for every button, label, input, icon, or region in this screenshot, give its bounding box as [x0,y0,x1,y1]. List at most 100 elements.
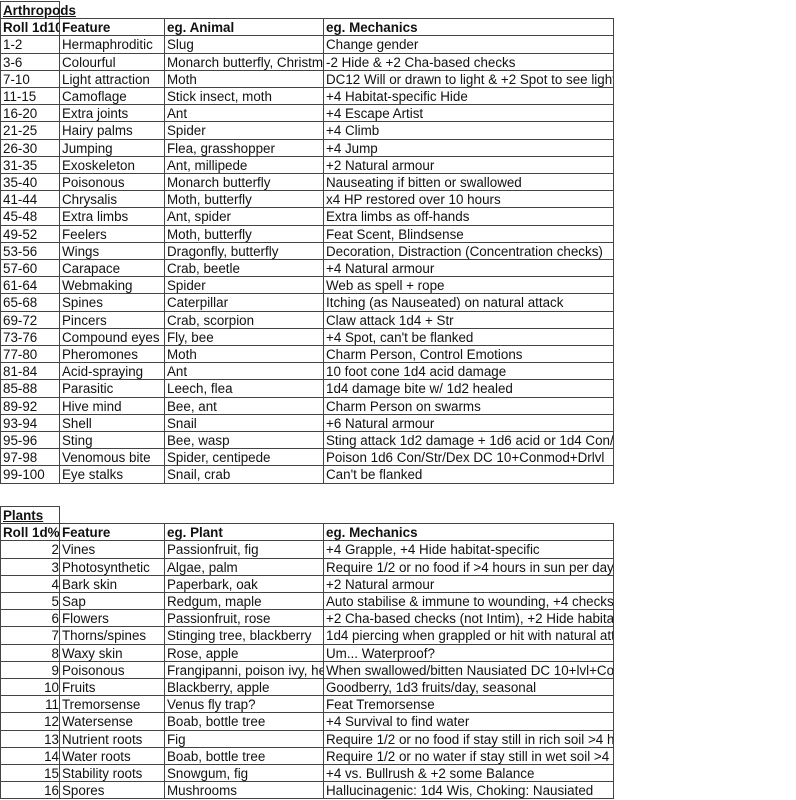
example-cell[interactable]: Monarch butterfly, Christmas beetle [164,52,324,70]
roll-cell[interactable]: 3-6 [0,52,60,70]
roll-cell[interactable]: 2 [0,540,60,558]
example-cell[interactable]: Dragonfly, butterfly [164,241,324,259]
roll-cell[interactable]: 8 [0,643,60,661]
roll-cell[interactable]: 85-88 [0,379,60,397]
column-header[interactable]: eg. Plant [164,523,324,541]
mechanics-cell[interactable]: Extra limbs as off-hands [323,207,614,225]
feature-cell[interactable]: Shell [59,413,165,431]
mechanics-cell[interactable]: Change gender [323,35,614,53]
feature-cell[interactable]: Feelers [59,224,165,242]
column-header[interactable]: Feature [59,523,165,541]
mechanics-cell[interactable]: When swallowed/bitten Nausiated DC 10+lv… [323,660,614,678]
example-cell[interactable]: Blackberry, apple [164,678,324,696]
mechanics-cell[interactable]: DC12 Will or drawn to light & +2 Spot to… [323,69,614,87]
column-header[interactable]: eg. Mechanics [323,523,614,541]
feature-cell[interactable]: Sting [59,431,165,449]
roll-cell[interactable]: 35-40 [0,173,60,191]
feature-cell[interactable]: Hermaphroditic [59,35,165,53]
example-cell[interactable]: Fig [164,729,324,747]
mechanics-cell[interactable]: 1d4 damage bite w/ 1d2 healed [323,379,614,397]
roll-cell[interactable]: 65-68 [0,293,60,311]
example-cell[interactable]: Flea, grasshopper [164,138,324,156]
example-cell[interactable]: Monarch butterfly [164,173,324,191]
mechanics-cell[interactable]: +4 Natural armour [323,259,614,277]
mechanics-cell[interactable]: +4 Spot, can't be flanked [323,327,614,345]
column-header[interactable]: eg. Animal [164,18,324,36]
feature-cell[interactable]: Chrysalis [59,190,165,208]
feature-cell[interactable]: Acid-spraying [59,362,165,380]
feature-cell[interactable]: Nutrient roots [59,729,165,747]
roll-cell[interactable]: 53-56 [0,241,60,259]
mechanics-cell[interactable]: Nauseating if bitten or swallowed [323,173,614,191]
feature-cell[interactable]: Pincers [59,310,165,328]
roll-cell[interactable]: 26-30 [0,138,60,156]
example-cell[interactable]: Leech, flea [164,379,324,397]
mechanics-cell[interactable]: Decoration, Distraction (Concentration c… [323,241,614,259]
example-cell[interactable]: Moth [164,345,324,363]
roll-cell[interactable]: 11-15 [0,87,60,105]
mechanics-cell[interactable]: +4 Escape Artist [323,104,614,122]
feature-cell[interactable]: Poisonous [59,173,165,191]
roll-cell[interactable]: 77-80 [0,345,60,363]
roll-cell[interactable]: 95-96 [0,431,60,449]
mechanics-cell[interactable]: Require 1/2 or no food if >4 hours in su… [323,557,614,575]
feature-cell[interactable]: Water roots [59,746,165,764]
roll-cell[interactable]: 3 [0,557,60,575]
example-cell[interactable]: Spider [164,276,324,294]
roll-cell[interactable]: 61-64 [0,276,60,294]
example-cell[interactable]: Mushrooms [164,781,324,799]
mechanics-cell[interactable]: Itching (as Nauseated) on natural attack [323,293,614,311]
feature-cell[interactable]: Eye stalks [59,465,165,483]
roll-cell[interactable]: 99-100 [0,465,60,483]
roll-cell[interactable]: 16 [0,781,60,799]
column-header[interactable]: Roll 1d100 [0,18,60,36]
mechanics-cell[interactable]: Feat Tremorsense [323,695,614,713]
feature-cell[interactable]: Extra joints [59,104,165,122]
mechanics-cell[interactable]: +4 Habitat-specific Hide [323,87,614,105]
feature-cell[interactable]: Fruits [59,678,165,696]
feature-cell[interactable]: Flowers [59,609,165,627]
example-cell[interactable]: Moth, butterfly [164,224,324,242]
feature-cell[interactable]: Extra limbs [59,207,165,225]
example-cell[interactable]: Frangipanni, poison ivy, hemlock [164,660,324,678]
example-cell[interactable]: Snail, crab [164,465,324,483]
feature-cell[interactable]: Vines [59,540,165,558]
feature-cell[interactable]: Waxy skin [59,643,165,661]
roll-cell[interactable]: 10 [0,678,60,696]
roll-cell[interactable]: 81-84 [0,362,60,380]
example-cell[interactable]: Boab, bottle tree [164,712,324,730]
mechanics-cell[interactable]: Require 1/2 or no water if stay still in… [323,746,614,764]
mechanics-cell[interactable]: Feat Scent, Blindsense [323,224,614,242]
example-cell[interactable]: Snowgum, fig [164,764,324,782]
example-cell[interactable]: Stinging tree, blackberry [164,626,324,644]
mechanics-cell[interactable]: Charm Person, Control Emotions [323,345,614,363]
mechanics-cell[interactable]: +4 vs. Bullrush & +2 some Balance [323,764,614,782]
mechanics-cell[interactable]: +4 Climb [323,121,614,139]
example-cell[interactable]: Bee, wasp [164,431,324,449]
mechanics-cell[interactable]: Auto stabilise & immune to wounding, +4 … [323,592,614,610]
example-cell[interactable]: Stick insect, moth [164,87,324,105]
mechanics-cell[interactable]: Require 1/2 or no food if stay still in … [323,729,614,747]
roll-cell[interactable]: 97-98 [0,448,60,466]
feature-cell[interactable]: Hairy palms [59,121,165,139]
mechanics-cell[interactable]: +4 Grapple, +4 Hide habitat-specific [323,540,614,558]
roll-cell[interactable]: 45-48 [0,207,60,225]
roll-cell[interactable]: 4 [0,574,60,592]
feature-cell[interactable]: Bark skin [59,574,165,592]
example-cell[interactable]: Passionfruit, fig [164,540,324,558]
example-cell[interactable]: Crab, beetle [164,259,324,277]
example-cell[interactable]: Spider [164,121,324,139]
example-cell[interactable]: Boab, bottle tree [164,746,324,764]
mechanics-cell[interactable]: +6 Natural armour [323,413,614,431]
example-cell[interactable]: Slug [164,35,324,53]
example-cell[interactable]: Fly, bee [164,327,324,345]
feature-cell[interactable]: Poisonous [59,660,165,678]
feature-cell[interactable]: Stability roots [59,764,165,782]
feature-cell[interactable]: Parasitic [59,379,165,397]
column-header[interactable]: Feature [59,18,165,36]
column-header[interactable]: Roll 1d% [0,523,60,541]
roll-cell[interactable]: 12 [0,712,60,730]
mechanics-cell[interactable]: Hallucinagenic: 1d4 Wis, Choking: Nausia… [323,781,614,799]
roll-cell[interactable]: 6 [0,609,60,627]
roll-cell[interactable]: 7 [0,626,60,644]
